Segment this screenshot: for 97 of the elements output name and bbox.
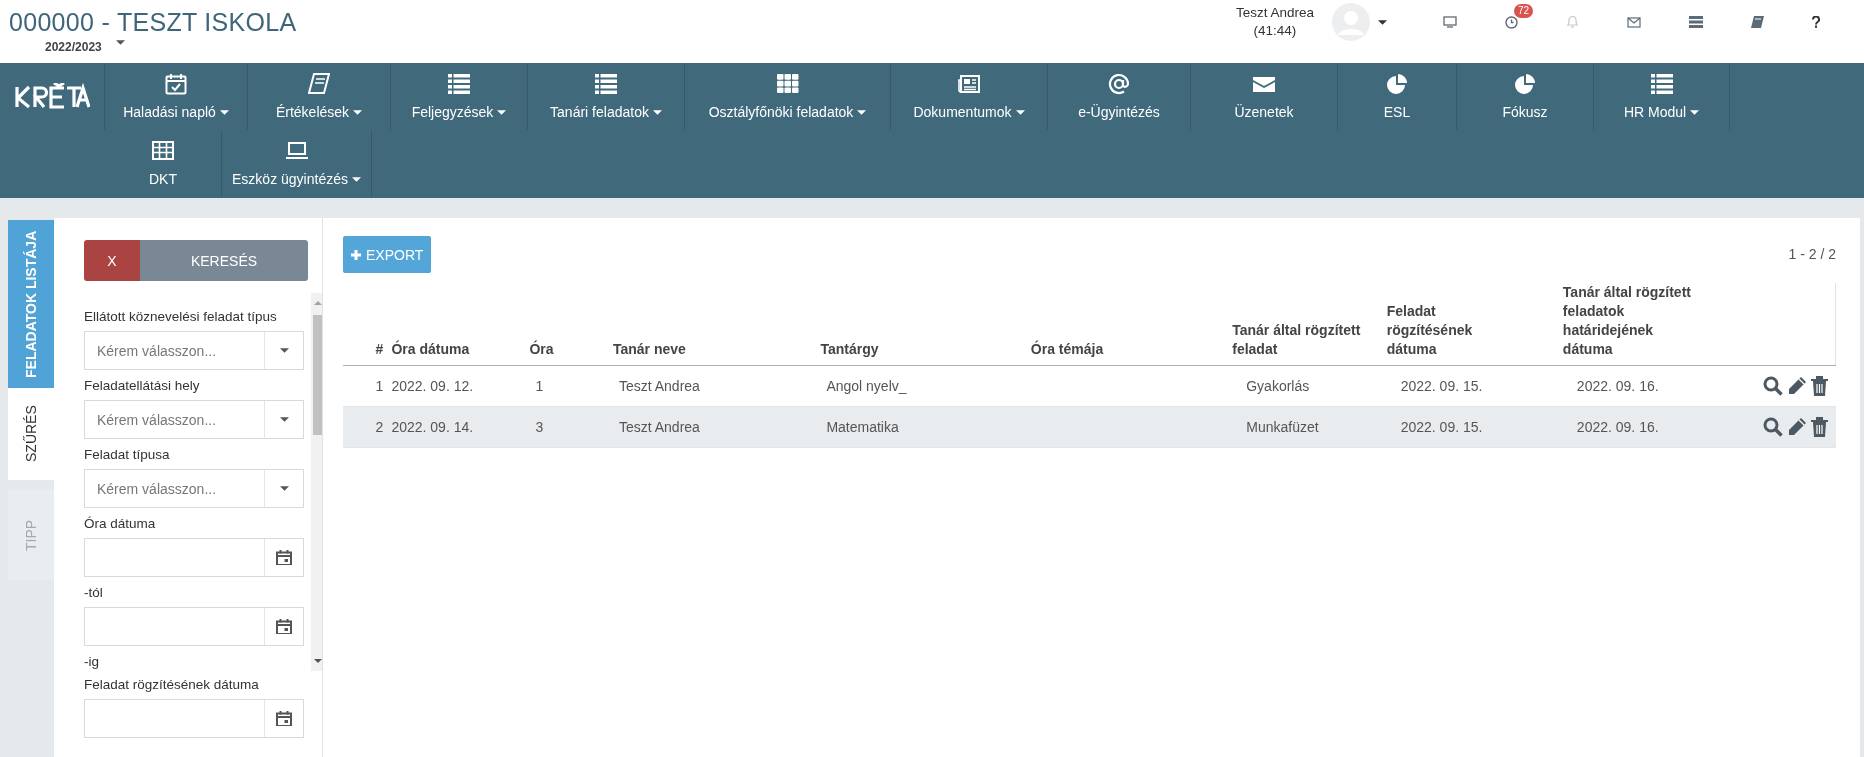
nav-menu-item[interactable]: DKT (105, 130, 222, 197)
help-icon[interactable] (1812, 16, 1820, 28)
column-header[interactable]: Tanár neve (608, 283, 817, 366)
nav-menu-item[interactable]: e-Ügyintézés (1048, 63, 1191, 130)
clock-icon[interactable] (1505, 15, 1518, 29)
field-label: -ig (84, 654, 100, 669)
calendar-check-icon (165, 73, 187, 95)
table-cell: 2 (375, 419, 384, 435)
column-header[interactable]: Óra témája (1026, 283, 1229, 366)
nav-menu-item[interactable]: Tanári feladatok (528, 63, 685, 130)
table-cell: 3 (535, 419, 544, 435)
side-tab: TIPP (8, 490, 54, 580)
nav-menu-item[interactable]: HR Modul (1594, 63, 1730, 130)
column-header[interactable]: Óra dátuma (387, 283, 526, 366)
table-cell: 2022. 09. 15. (1400, 419, 1483, 435)
dropdown-field[interactable]: Kérem válasszon... (84, 400, 304, 439)
table-cell: Munkafüzet (1246, 419, 1319, 435)
session-timer: (41:44) (1252, 22, 1298, 40)
nav-menu-item[interactable]: Eszköz ügyintézés (222, 130, 372, 197)
table-cell: 1 (375, 378, 384, 394)
pencil-icon[interactable] (1786, 417, 1807, 437)
logo-icon (14, 82, 90, 111)
table-cell: 2022. 09. 15. (1400, 378, 1483, 394)
user-name: Teszt Andrea (1235, 4, 1314, 22)
field-label: Feladat típusa (84, 447, 171, 462)
list-icon (595, 73, 617, 95)
list-icon (448, 73, 470, 95)
caret-icon (1015, 109, 1025, 115)
table-cell: 2022. 09. 14. (391, 419, 474, 435)
field-label: Óra dátuma (84, 516, 157, 531)
pie-chart-icon (1514, 73, 1536, 95)
grid-icon (776, 73, 799, 95)
nav-menu-item[interactable]: Fókusz (1457, 63, 1594, 130)
at-sign-icon (1108, 73, 1130, 95)
table-cell: 2022. 09. 16. (1576, 378, 1659, 394)
envelope-icon[interactable] (1627, 16, 1641, 28)
book-icon[interactable] (1751, 16, 1764, 28)
dropdown-field[interactable]: Kérem válasszon... (84, 469, 304, 508)
table-cell: Teszt Andrea (618, 378, 700, 394)
caret-icon (279, 486, 289, 491)
column-header[interactable]: Tanár által rögzített feladat (1228, 283, 1383, 366)
plus-icon (351, 249, 361, 260)
column-header[interactable]: # (343, 283, 388, 366)
column-header[interactable]: Feladat rögzítésének dátuma (1382, 283, 1559, 366)
search-button[interactable]: KERESÉS (140, 240, 308, 281)
field-label: Feladat rögzítésének dátuma (84, 677, 260, 692)
server-icon[interactable] (1689, 16, 1703, 28)
field-label: Ellátott köznevelési feladat típus (84, 309, 278, 324)
nav-menu-item[interactable]: Haladási napló (105, 63, 248, 130)
nav-menu-item[interactable]: Osztályfőnöki feladatok (685, 63, 891, 130)
pencil-icon[interactable] (1786, 376, 1807, 396)
side-tab[interactable]: SZŰRÉS (8, 388, 54, 480)
caret-icon (279, 348, 289, 353)
nav-menu-item[interactable]: Értékelések (248, 63, 391, 130)
nav-menu-item[interactable]: ESL (1338, 63, 1457, 130)
caret-icon (115, 39, 125, 45)
table-cell: Gyakorlás (1246, 378, 1310, 394)
nav-menu-item[interactable]: Üzenetek (1191, 63, 1338, 130)
school-year-dropdown[interactable]: 2022/2023 (45, 40, 125, 54)
clear-button[interactable]: X (84, 240, 140, 281)
caret-icon (351, 176, 361, 182)
caret-icon (497, 109, 507, 115)
dropdown-field[interactable]: Kérem válasszon... (84, 331, 304, 370)
laptop-icon (285, 140, 308, 162)
caret-icon (1378, 19, 1387, 25)
nav-menu-item[interactable]: Dokumentumok (891, 63, 1048, 130)
caret-icon (1690, 109, 1700, 115)
book-icon (308, 73, 330, 95)
school-title: 000000 - TESZT ISKOLA (9, 8, 297, 37)
caret-icon (353, 109, 363, 115)
caret-icon (857, 109, 867, 115)
search-icon[interactable] (1762, 417, 1783, 437)
pie-chart-icon (1386, 73, 1408, 95)
caret-icon (652, 109, 662, 115)
table-cell: 2022. 09. 16. (1576, 419, 1659, 435)
table-icon (152, 140, 174, 162)
nav-menu-item[interactable]: Feljegyzések (391, 63, 528, 130)
search-icon[interactable] (1762, 376, 1783, 396)
pagination-info: 1 - 2 / 2 (1788, 246, 1836, 262)
monitor-icon[interactable] (1443, 16, 1457, 28)
caret-icon (219, 109, 229, 115)
table-cell: Matematika (826, 419, 899, 435)
trash-icon[interactable] (1810, 417, 1828, 437)
table-cell: Angol nyelv_ (826, 378, 907, 394)
table-cell: 2022. 09. 12. (391, 378, 474, 394)
caret-icon (279, 417, 289, 422)
field-label: -tól (84, 585, 104, 600)
column-header[interactable]: Tantárgy (816, 283, 1027, 366)
table-cell: 1 (535, 378, 544, 394)
table-cell: Teszt Andrea (618, 419, 700, 435)
newspaper-icon (958, 73, 980, 95)
list-icon (1650, 73, 1673, 95)
column-header[interactable]: Tanár által rögzített feladatok határidejének dátuma (1558, 283, 1713, 366)
notification-badge: 72 (1514, 3, 1534, 18)
trash-icon[interactable] (1810, 376, 1828, 396)
field-label: Feladatellátási hely (84, 378, 201, 393)
column-header[interactable]: Óra (525, 283, 609, 366)
